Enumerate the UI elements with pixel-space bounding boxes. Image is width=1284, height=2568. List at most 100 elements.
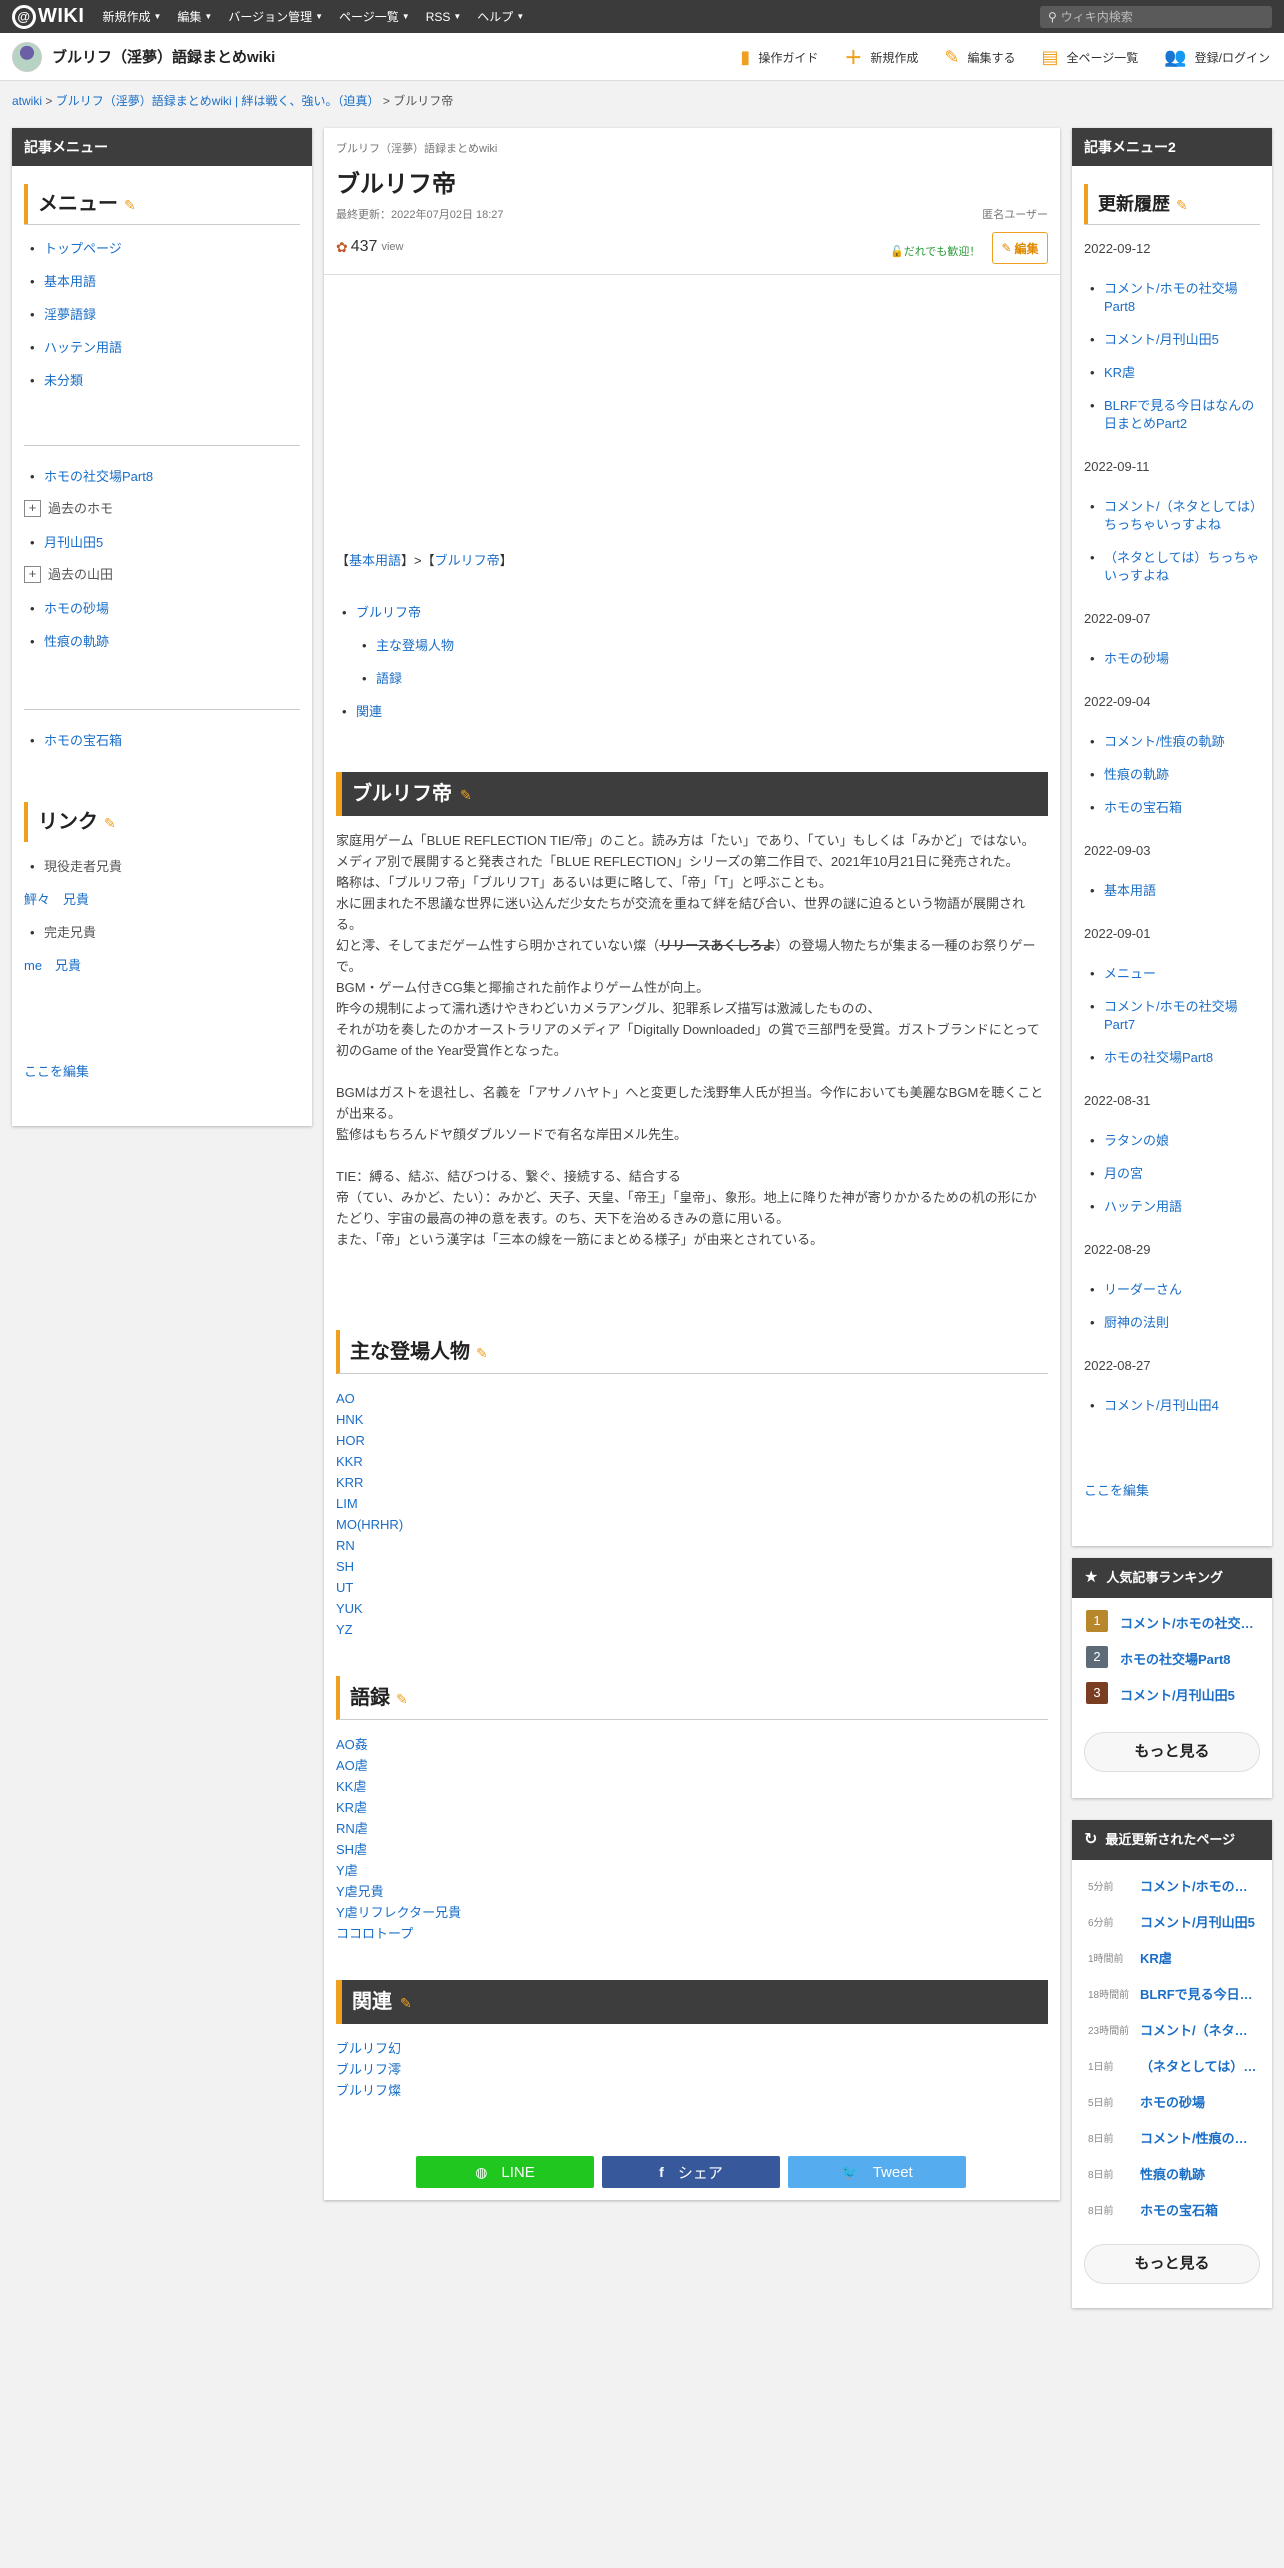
edit-pencil-icon[interactable]: ✎ xyxy=(476,1345,488,1361)
crumb-basic-terms[interactable]: 基本用語 xyxy=(349,553,401,568)
history-link[interactable]: コメント/月刊山田5 xyxy=(1104,332,1219,347)
history-link[interactable]: コメント/月刊山田4 xyxy=(1104,1398,1219,1413)
login-button[interactable]: 👥 登録/ログイン xyxy=(1164,47,1270,68)
share-facebook-button[interactable]: f シェア xyxy=(602,2156,780,2188)
menu-new[interactable]: 新規作成 ▼ xyxy=(102,8,161,25)
history-link[interactable]: （ネタとしては）ちっちゃいっすよね xyxy=(1104,550,1259,583)
guide-button[interactable]: ▮ 操作ガイド xyxy=(740,47,818,68)
character-link[interactable]: YUK xyxy=(336,1601,363,1616)
sidebar-item-seikon-kiseki[interactable]: 性痕の軌跡 xyxy=(44,634,109,649)
character-link[interactable]: RN xyxy=(336,1538,355,1553)
recent-item[interactable]: コメント/（ネタとしては）ちっちゃいっすよね xyxy=(1140,2020,1260,2039)
menu-rss[interactable]: RSS ▼ xyxy=(426,8,462,25)
history-link[interactable]: メニュー xyxy=(1104,966,1156,981)
history-link[interactable]: 厨神の法則 xyxy=(1104,1315,1169,1330)
history-link[interactable]: 性痕の軌跡 xyxy=(1104,767,1169,782)
edit-pencil-icon[interactable]: ✎ xyxy=(1176,197,1188,213)
link-hirame-aniki[interactable]: 鮃々 兄貴 xyxy=(24,892,89,907)
character-link[interactable]: KRR xyxy=(336,1475,363,1490)
character-link[interactable]: KKR xyxy=(336,1454,363,1469)
edit-pencil-icon[interactable]: ✎ xyxy=(396,1691,408,1707)
edit-here-link[interactable]: ここを編集 xyxy=(1084,1483,1149,1498)
edit-pencil-icon[interactable]: ✎ xyxy=(104,815,116,831)
edit-button[interactable]: ✎ 編集 xyxy=(992,232,1048,264)
character-link[interactable]: HOR xyxy=(336,1433,365,1448)
sidebar-item-basic-terms[interactable]: 基本用語 xyxy=(44,274,96,289)
menu-help[interactable]: ヘルプ ▼ xyxy=(477,8,524,25)
recent-item[interactable]: ホモの砂場 xyxy=(1140,2092,1260,2111)
history-link[interactable]: ハッテン用語 xyxy=(1104,1199,1182,1214)
search-input[interactable] xyxy=(1060,10,1261,24)
breadcrumb-home[interactable]: atwiki xyxy=(12,94,42,108)
history-link[interactable]: 月の宮 xyxy=(1104,1166,1143,1181)
site-avatar[interactable] xyxy=(12,41,42,72)
recent-item[interactable]: KR虐 xyxy=(1140,1948,1260,1967)
character-link[interactable]: MO(HRHR) xyxy=(336,1517,403,1532)
ranking-item[interactable]: ホモの社交場Part8 xyxy=(1120,1649,1260,1668)
toc-related[interactable]: 関連 xyxy=(356,704,382,719)
related-link[interactable]: ブルリフ幻 xyxy=(336,2041,401,2056)
sidebar-item-homo-sandbox[interactable]: ホモの砂場 xyxy=(44,601,109,616)
history-link[interactable]: 基本用語 xyxy=(1104,883,1156,898)
ranking-item[interactable]: コメント/月刊山田5 xyxy=(1120,1685,1260,1704)
edit-page-button[interactable]: ✎ 編集する xyxy=(944,47,1015,68)
edit-pencil-icon[interactable]: ✎ xyxy=(400,1995,412,2011)
toc-quotes[interactable]: 語録 xyxy=(376,671,402,686)
sidebar-item-homo-part8[interactable]: ホモの社交場Part8 xyxy=(44,469,153,484)
quote-link[interactable]: AO虐 xyxy=(336,1758,368,1773)
quote-link[interactable]: Y虐リフレクター兄貴 xyxy=(336,1905,461,1920)
history-link[interactable]: ホモの宝石箱 xyxy=(1104,800,1182,815)
quote-link[interactable]: SH虐 xyxy=(336,1842,367,1857)
character-link[interactable]: UT xyxy=(336,1580,353,1595)
recent-more-button[interactable]: もっと見る xyxy=(1084,2244,1260,2284)
sidebar-item-inmu-quotes[interactable]: 淫夢語録 xyxy=(44,307,96,322)
character-link[interactable]: LIM xyxy=(336,1496,358,1511)
recent-item[interactable]: コメント/月刊山田5 xyxy=(1140,1912,1260,1931)
ranking-item[interactable]: コメント/ホモの社交場Part8 xyxy=(1120,1613,1260,1632)
character-link[interactable]: HNK xyxy=(336,1412,363,1427)
menu-pages[interactable]: ページ一覧 ▼ xyxy=(339,8,410,25)
character-link[interactable]: SH xyxy=(336,1559,354,1574)
sidebar-item-yamada5[interactable]: 月刊山田5 xyxy=(44,535,103,550)
history-link[interactable]: コメント/ホモの社交場Part8 xyxy=(1104,281,1238,314)
related-link[interactable]: ブルリフ燦 xyxy=(336,2083,401,2098)
crumb-current[interactable]: ブルリフ帝 xyxy=(435,553,500,568)
quote-link[interactable]: KK虐 xyxy=(336,1779,366,1794)
share-line-button[interactable]: ◍ LINE xyxy=(416,2156,594,2188)
history-link[interactable]: ホモの砂場 xyxy=(1104,651,1169,666)
sidebar-item-uncategorized[interactable]: 未分類 xyxy=(44,373,83,388)
link-me-aniki[interactable]: me 兄貴 xyxy=(24,958,81,973)
edit-pencil-icon[interactable]: ✎ xyxy=(460,787,472,803)
quote-link[interactable]: RN虐 xyxy=(336,1821,368,1836)
recent-item[interactable]: BLRFで見る今日はなんの日まとめPart2 xyxy=(1140,1984,1260,2003)
expand-toggle-icon[interactable]: + xyxy=(24,566,41,583)
expand-toggle-icon[interactable]: + xyxy=(24,500,41,517)
toc-main[interactable]: ブルリフ帝 xyxy=(356,605,421,620)
site-title[interactable]: ブルリフ（淫夢）語録まとめwiki xyxy=(52,46,275,67)
search-icon[interactable]: ⚲ xyxy=(1048,10,1057,24)
menu-version[interactable]: バージョン管理 ▼ xyxy=(228,8,323,25)
menu-edit[interactable]: 編集 ▼ xyxy=(177,8,212,25)
recent-item[interactable]: 性痕の軌跡 xyxy=(1140,2164,1260,2183)
breadcrumb-parent[interactable]: ブルリフ（淫夢）語録まとめwiki | 絆は戦く、強い。（迫真） xyxy=(56,94,380,108)
character-link[interactable]: AO xyxy=(336,1391,355,1406)
edit-pencil-icon[interactable]: ✎ xyxy=(124,197,136,213)
all-pages-button[interactable]: ▤ 全ページ一覧 xyxy=(1041,47,1138,68)
share-twitter-button[interactable]: 🐦 Tweet xyxy=(788,2156,966,2188)
quote-link[interactable]: Y虐兄貴 xyxy=(336,1884,384,1899)
edit-here-link[interactable]: ここを編集 xyxy=(24,1064,89,1079)
ranking-more-button[interactable]: もっと見る xyxy=(1084,1732,1260,1772)
recent-item[interactable]: コメント/ホモの社交場Part8 xyxy=(1140,1876,1260,1895)
recent-item[interactable]: （ネタとしては）ちっちゃいっすよね xyxy=(1140,2056,1260,2075)
recent-item[interactable]: コメント/性痕の軌跡 xyxy=(1140,2128,1260,2147)
history-link[interactable]: コメント/性痕の軌跡 xyxy=(1104,734,1225,749)
atwiki-logo[interactable]: @ WIKI xyxy=(12,4,84,29)
recent-item[interactable]: ホモの宝石箱 xyxy=(1140,2200,1260,2219)
sidebar-item-past-homo[interactable]: 過去のホモ xyxy=(48,500,113,518)
history-link[interactable]: リーダーさん xyxy=(1104,1282,1182,1297)
quote-link[interactable]: ココロトープ xyxy=(336,1926,413,1941)
history-link[interactable]: KR虐 xyxy=(1104,365,1135,380)
history-link[interactable]: ホモの社交場Part8 xyxy=(1104,1050,1213,1065)
sidebar-item-top[interactable]: トップページ xyxy=(44,241,122,256)
history-link[interactable]: コメント/（ネタとしては）ちっちゃいっすよね xyxy=(1104,499,1256,532)
